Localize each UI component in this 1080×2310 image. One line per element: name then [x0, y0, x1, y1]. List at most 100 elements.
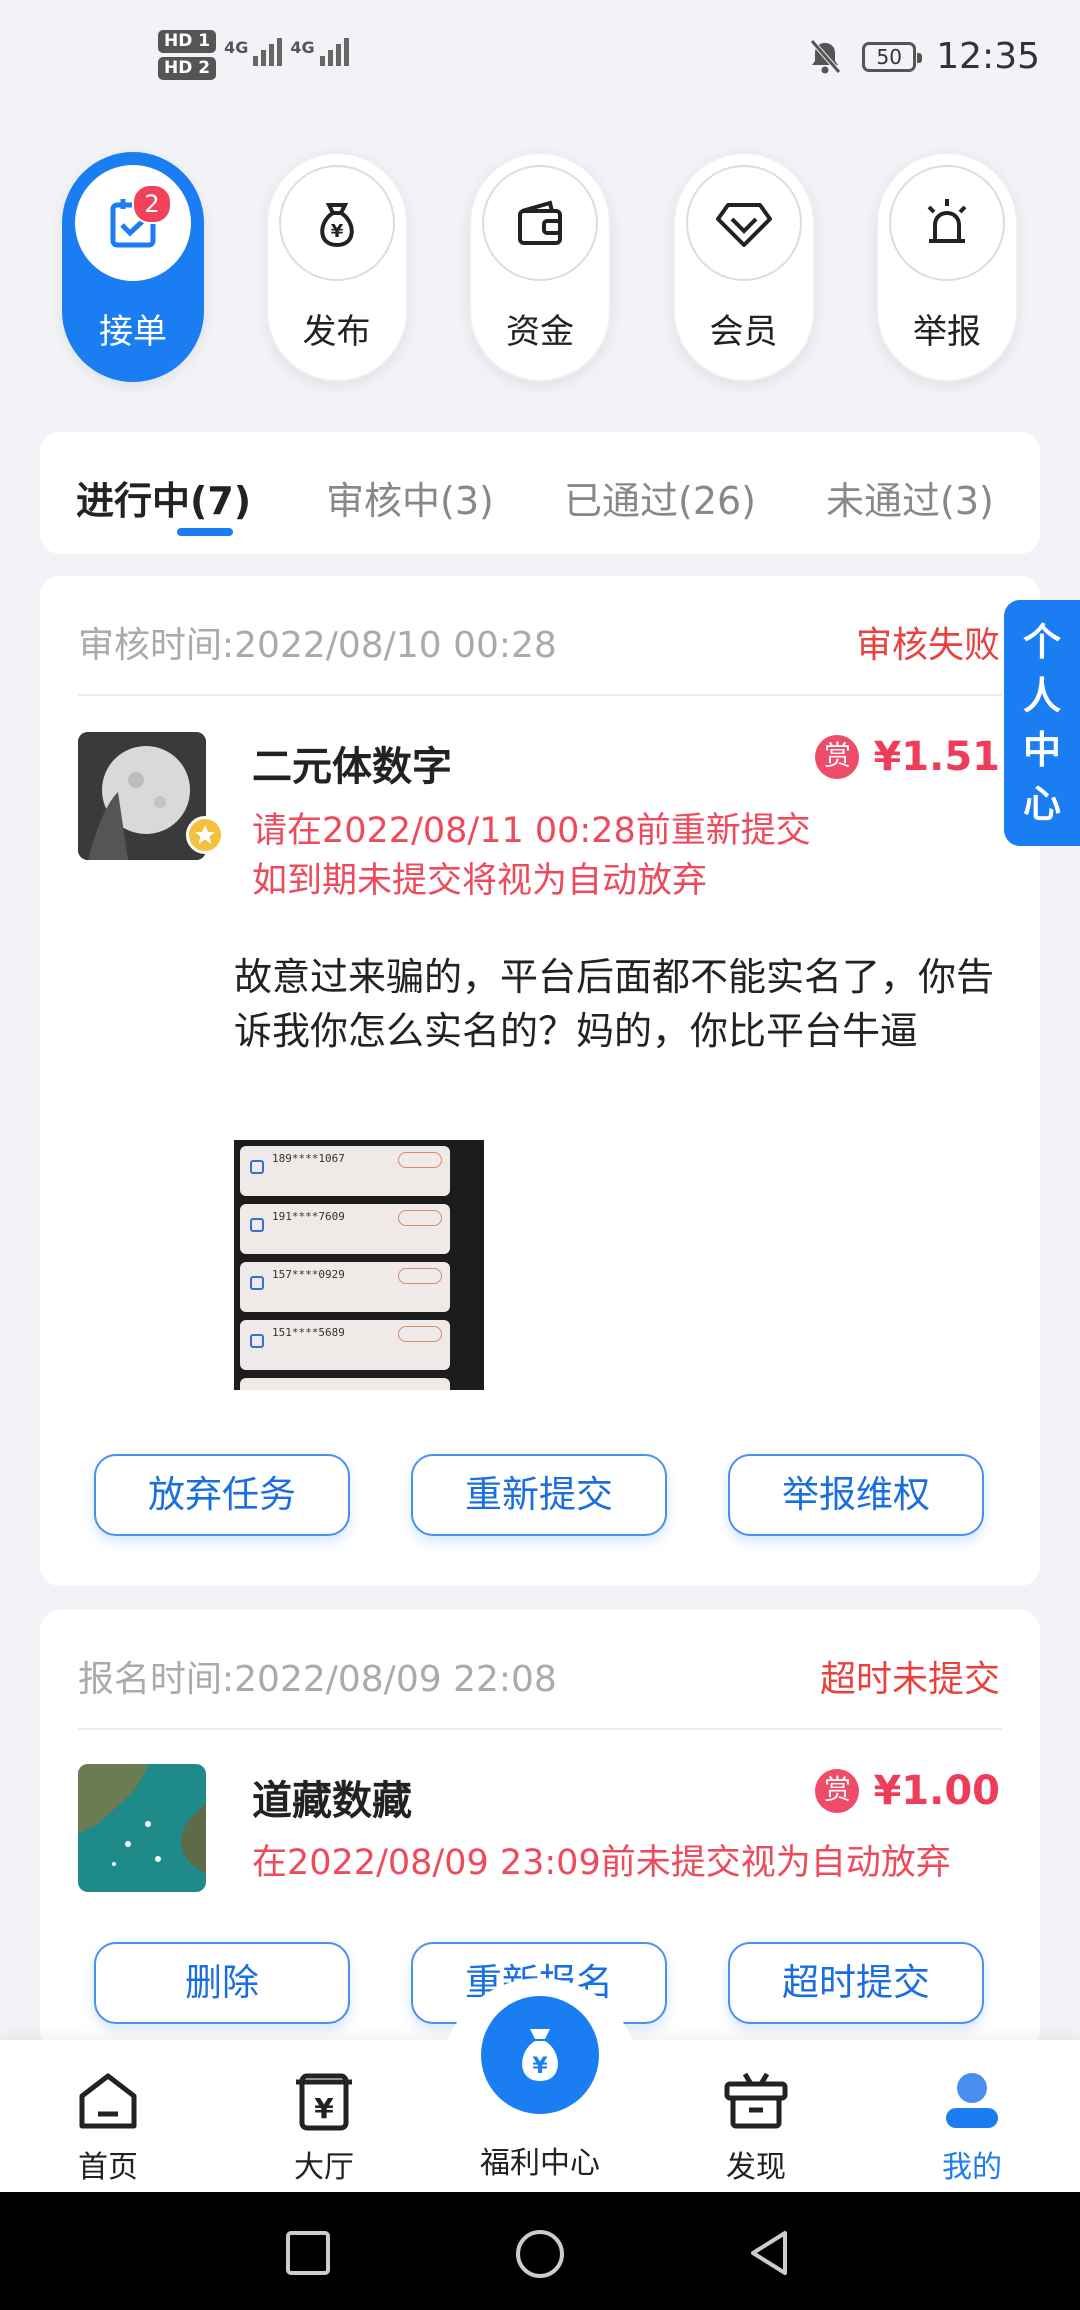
abandon-task-button[interactable]: 放弃任务: [94, 1454, 350, 1536]
auto-abandon-notice: 在2022/08/09 23:09前未提交视为自动放弃: [252, 1843, 951, 1883]
home-circle-icon[interactable]: [514, 2228, 566, 2280]
reward-tag-icon: 赏: [815, 1769, 860, 1813]
quick-action-label: 举报: [913, 312, 981, 352]
quick-action-icon-wrap: [482, 165, 598, 281]
quick-action-icon-wrap: [889, 165, 1005, 281]
divider: [78, 1728, 1002, 1730]
network2-label: 4G: [290, 38, 315, 57]
quick-action-label: 资金: [506, 312, 574, 352]
screenshot-row: 191****7609: [240, 1204, 450, 1254]
side-tab-char: 个: [1022, 620, 1061, 664]
clock: 12:35: [936, 36, 1040, 77]
wallet-icon: [518, 200, 562, 245]
side-tab-char: 心: [1022, 782, 1061, 826]
tab-approved[interactable]: 已通过(26): [564, 470, 756, 525]
reward-tag-icon: 赏: [815, 735, 860, 779]
active-tab-indicator: [177, 528, 233, 536]
nav-label: 大厅: [294, 2150, 354, 2185]
side-tab-char: 中: [1022, 728, 1061, 772]
delete-button[interactable]: 删除: [94, 1942, 350, 2024]
recents-square-icon[interactable]: [283, 2228, 333, 2278]
quick-action-publish[interactable]: ¥ 发布: [265, 152, 408, 382]
resubmit-deadline: 请在2022/08/11 00:28前重新提交: [252, 811, 811, 851]
notification-badge: 2: [132, 184, 172, 224]
signal-icon: 4G: [224, 38, 283, 66]
diamond-icon: [715, 203, 772, 247]
task-card[interactable]: 审核时间:2022/08/10 00:28 审核失败 二元体数字 赏 ¥1.51…: [40, 576, 1040, 1586]
battery-level: 50: [876, 44, 902, 69]
task-title: 二元体数字: [252, 744, 452, 790]
screenshot-row: 189****1067: [240, 1146, 450, 1196]
nav-label: 福利中心: [480, 2146, 600, 2181]
system-navigation-bar: [0, 2192, 1080, 2310]
quick-action-label: 发布: [302, 312, 371, 352]
task-reward: 赏 ¥1.51: [815, 734, 1000, 780]
hall-yen-icon: ¥: [296, 2073, 352, 2131]
money-bag-icon: ¥: [319, 203, 354, 248]
quick-action-membership[interactable]: 会员: [672, 152, 815, 382]
harbor-avatar-image: [78, 1764, 206, 1892]
task-status: 超时未提交: [819, 1659, 1000, 1700]
tab-rejected[interactable]: 未通过(3): [826, 470, 994, 525]
status-bar-left: HD 1 HD 2 4G 4G: [158, 30, 349, 80]
alarm-siren-icon: [927, 199, 967, 243]
nav-label: 首页: [78, 2150, 138, 2185]
tab-under-review[interactable]: 审核中(3): [326, 470, 494, 525]
signal-icon-2: 4G: [290, 38, 349, 66]
gift-box-icon: [724, 2072, 788, 2129]
status-tabs: 进行中(7) 审核中(3) 已通过(26) 未通过(3): [40, 432, 1040, 554]
review-comment: 故意过来骗的，平台后面都不能实名了，你告诉我你怎么实名的？妈的，你比平台牛逼: [234, 955, 995, 1053]
screenshot-row: [240, 1378, 450, 1390]
svg-text:¥: ¥: [532, 2054, 548, 2079]
nav-label: 我的: [942, 2150, 1002, 2185]
resubmit-button[interactable]: 重新提交: [411, 1454, 667, 1536]
screenshot-row: 157****0929: [240, 1262, 450, 1312]
task-title: 道藏数藏: [252, 1778, 412, 1824]
report-dispute-button[interactable]: 举报维权: [728, 1454, 984, 1536]
task-avatar: [78, 1764, 206, 1892]
nav-hall[interactable]: ¥ 大厅: [254, 2064, 394, 2186]
screenshot-row: 151****5689: [240, 1320, 450, 1370]
sim-indicators: HD 1 HD 2: [158, 30, 217, 80]
tab-in-progress[interactable]: 进行中(7): [76, 470, 251, 525]
task-price: ¥1.00: [873, 1768, 1000, 1814]
proof-screenshot[interactable]: 189****1067 191****7609 157****0929 151*…: [234, 1140, 484, 1390]
task-time-label: 审核时间:2022/08/10 00:28: [78, 625, 557, 666]
status-bar-right: 50 12:35: [808, 36, 1040, 77]
divider: [78, 694, 1002, 696]
quick-action-icon-wrap: [685, 165, 802, 281]
quick-action-icon-wrap: ¥: [278, 165, 395, 281]
battery-icon: 50: [862, 41, 923, 72]
back-triangle-icon[interactable]: [745, 2228, 795, 2278]
personal-center-side-tab[interactable]: 个 人 中 心: [1004, 600, 1080, 846]
nav-discover[interactable]: 发现: [686, 2064, 826, 2186]
nav-label: 发现: [726, 2150, 786, 2185]
task-time-label: 报名时间:2022/08/09 22:08: [78, 1659, 557, 1700]
quick-action-accept-order[interactable]: 2 接单: [62, 152, 204, 382]
quick-actions: 2 接单 ¥ 发布 资金 会员 举报: [62, 152, 1018, 382]
auto-abandon-notice: 如到期未提交将视为自动放弃: [252, 861, 708, 901]
vip-star-icon: [186, 816, 224, 854]
quick-action-label: 会员: [709, 312, 778, 352]
quick-action-report[interactable]: 举报: [876, 152, 1018, 382]
overtime-submit-button[interactable]: 超时提交: [728, 1942, 984, 2024]
quick-action-label: 接单: [99, 312, 167, 352]
status-bar: HD 1 HD 2 4G 4G 50 12:35: [0, 0, 1080, 130]
home-icon: [79, 2073, 137, 2129]
svg-text:¥: ¥: [314, 2092, 334, 2125]
quick-action-funds[interactable]: 资金: [469, 152, 611, 382]
nav-mine[interactable]: 我的: [902, 2064, 1042, 2186]
sim2-badge: HD 2: [158, 57, 217, 80]
network1-label: 4G: [224, 38, 249, 57]
money-bag-icon: ¥: [522, 2029, 558, 2081]
mute-bell-icon: [810, 38, 842, 74]
quick-action-icon-wrap: [75, 165, 191, 281]
side-tab-char: 人: [1022, 674, 1061, 718]
task-reward: 赏 ¥1.00: [815, 1768, 1000, 1814]
task-status: 审核失败: [855, 625, 1000, 666]
sim1-badge: HD 1: [158, 30, 217, 53]
user-icon: [946, 2073, 998, 2128]
welfare-center-button[interactable]: ¥: [481, 1996, 599, 2114]
nav-home[interactable]: 首页: [38, 2064, 178, 2186]
svg-text:¥: ¥: [330, 221, 343, 242]
